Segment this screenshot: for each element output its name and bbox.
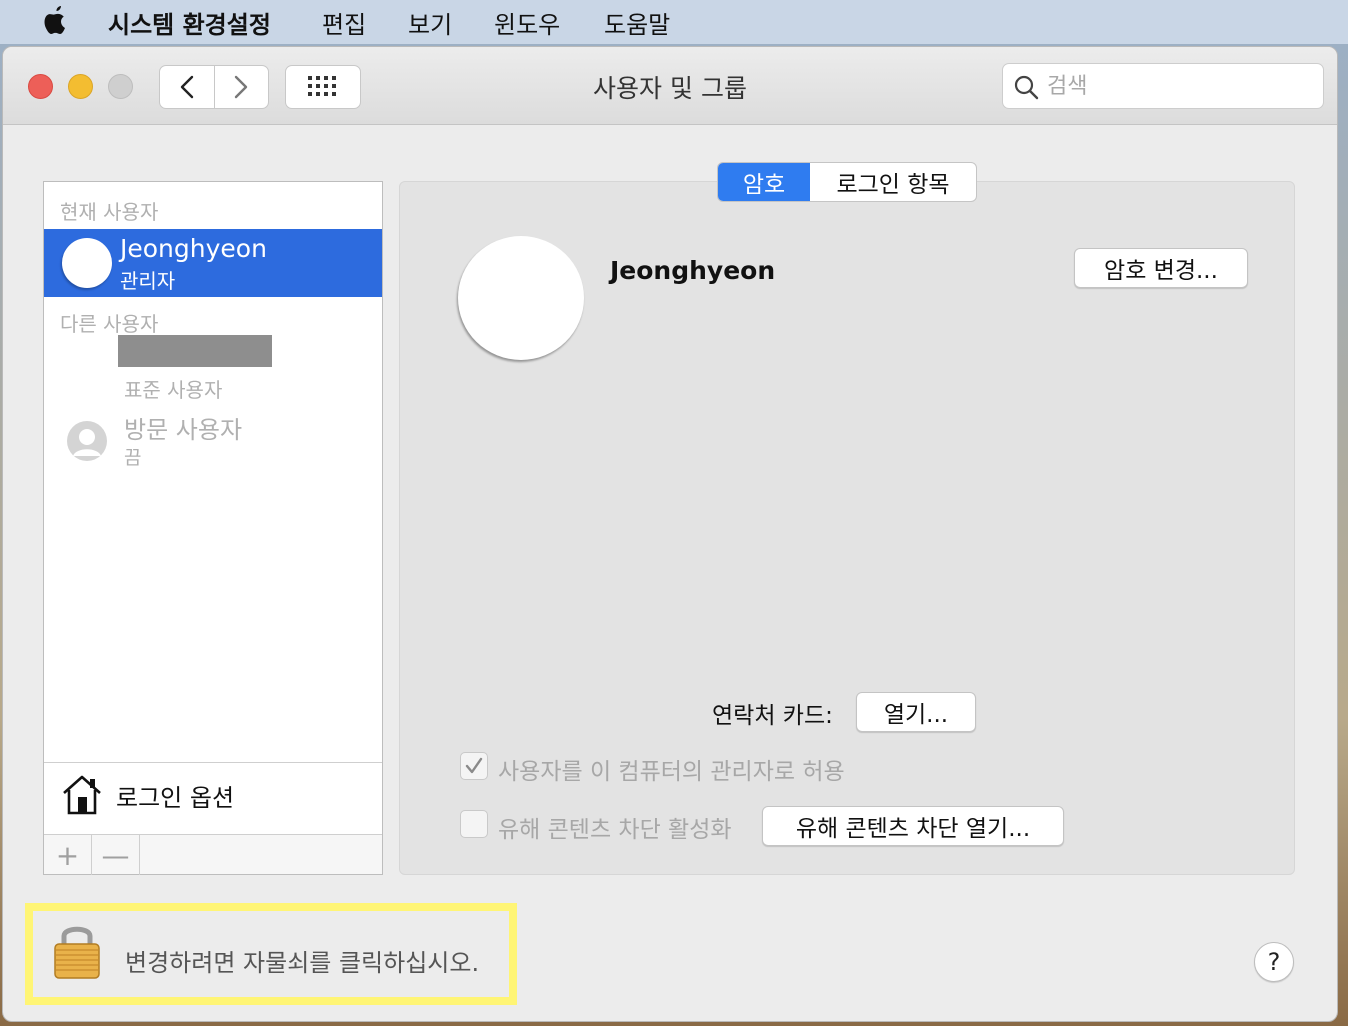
- guest-user-status: 끔: [124, 447, 142, 469]
- user-role: 표준 사용자: [124, 378, 223, 402]
- search-icon: [1014, 75, 1039, 100]
- checkmark-icon: [465, 757, 483, 774]
- user-detail-panel: Jeonghyeon 암호 변경... 연락처 카드: 열기... 사용자를 이…: [399, 181, 1295, 875]
- user-name: Jeonghyeon: [120, 234, 267, 263]
- search-input[interactable]: [1047, 70, 1307, 102]
- lock-icon[interactable]: [53, 920, 101, 980]
- menu-window[interactable]: 윈도우: [494, 5, 560, 40]
- change-password-button[interactable]: 암호 변경...: [1074, 248, 1248, 288]
- tab-password[interactable]: 암호: [718, 163, 810, 201]
- login-options-item[interactable]: 로그인 옵션: [44, 762, 382, 834]
- login-options-label: 로그인 옵션: [116, 784, 235, 812]
- guest-user-icon: [67, 421, 107, 461]
- menu-view[interactable]: 보기: [408, 5, 452, 40]
- other-users-header: 다른 사용자: [60, 312, 159, 336]
- current-users-header: 현재 사용자: [60, 200, 159, 224]
- tab-login-items[interactable]: 로그인 항목: [810, 163, 976, 201]
- user-avatar[interactable]: [458, 236, 584, 360]
- guest-user-name[interactable]: 방문 사용자: [124, 410, 242, 445]
- apple-icon[interactable]: [40, 4, 70, 38]
- open-contact-card-button[interactable]: 열기...: [856, 692, 976, 732]
- lock-message: 변경하려면 자물쇠를 클릭하십시오.: [125, 949, 480, 977]
- tab-control: 암호 로그인 항목: [717, 162, 977, 202]
- sidebar-controls: + —: [44, 834, 382, 875]
- menu-help[interactable]: 도움말: [604, 5, 670, 40]
- remove-user-button[interactable]: —: [92, 835, 140, 875]
- user-row-current[interactable]: Jeonghyeon 관리자: [44, 229, 382, 297]
- users-sidebar: 현재 사용자 Jeonghyeon 관리자 다른 사용자 표준 사용자 방문 사…: [43, 181, 383, 875]
- user-full-name: Jeonghyeon: [610, 256, 776, 285]
- parental-controls-label: 유해 콘텐츠 차단 활성화: [498, 817, 732, 843]
- menu-app-name[interactable]: 시스템 환경설정: [108, 5, 271, 40]
- parental-controls-checkbox[interactable]: [460, 810, 488, 838]
- redacted-user-name[interactable]: [118, 335, 272, 367]
- menu-edit[interactable]: 편집: [322, 5, 366, 40]
- allow-admin-checkbox[interactable]: [460, 752, 488, 780]
- contact-card-label: 연락처 카드:: [712, 703, 833, 729]
- title-bar: 사용자 및 그룹: [3, 47, 1337, 125]
- add-user-button[interactable]: +: [44, 835, 92, 875]
- allow-admin-label: 사용자를 이 컴퓨터의 관리자로 허용: [498, 759, 845, 785]
- search-field[interactable]: [1002, 63, 1324, 109]
- house-icon: [63, 775, 101, 815]
- open-parental-controls-button[interactable]: 유해 콘텐츠 차단 열기...: [762, 806, 1064, 846]
- avatar: [62, 238, 112, 288]
- user-role: 관리자: [120, 269, 176, 293]
- help-button[interactable]: ?: [1254, 942, 1294, 982]
- preferences-window: 사용자 및 그룹 현재 사용자 Jeonghyeon 관리자 다른 사용자 표준…: [2, 46, 1338, 1022]
- menu-bar: 시스템 환경설정 편집 보기 윈도우 도움말: [0, 0, 1348, 44]
